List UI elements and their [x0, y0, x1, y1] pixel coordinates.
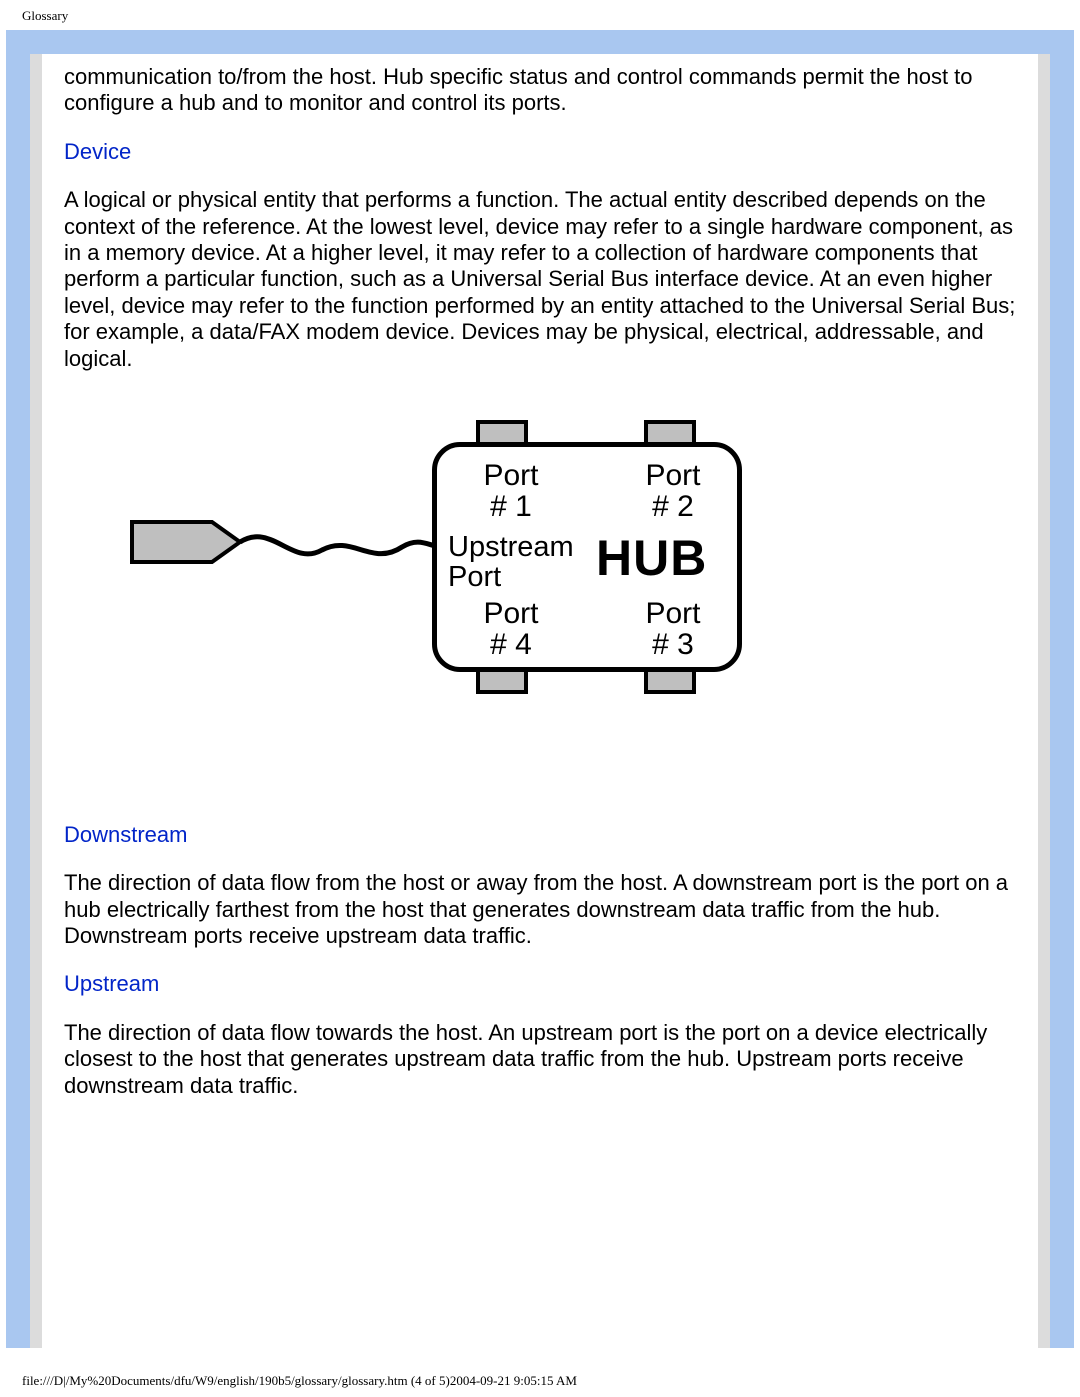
content-area: communication to/from the host. Hub spec…	[30, 54, 1050, 1099]
label-port-4: Port# 4	[466, 598, 556, 661]
label-port-3: Port# 3	[628, 598, 718, 661]
content-frame: communication to/from the host. Hub spec…	[6, 30, 1074, 1348]
downstream-paragraph: The direction of data flow from the host…	[64, 870, 1016, 949]
margin-bar-left	[30, 54, 42, 1348]
intro-paragraph: communication to/from the host. Hub spec…	[64, 64, 1016, 117]
heading-upstream: Upstream	[64, 971, 1016, 997]
label-port-2: Port# 2	[628, 460, 718, 523]
hub-diagram: Port# 1 Port# 2 Port# 4 Port# 3 Upstream…	[72, 402, 772, 732]
label-hub: HUB	[596, 528, 707, 588]
device-paragraph: A logical or physical entity that perfor…	[64, 187, 1016, 372]
port-connector-4	[476, 668, 528, 694]
cable-icon	[72, 512, 442, 572]
page: Glossary communication to/from the host.…	[0, 0, 1080, 1397]
port-connector-3	[644, 668, 696, 694]
upstream-paragraph: The direction of data flow towards the h…	[64, 1020, 1016, 1099]
margin-bar-right	[1038, 54, 1050, 1348]
label-upstream-port: UpstreamPort	[448, 532, 598, 593]
heading-device: Device	[64, 139, 1016, 165]
footer-path: file:///D|/My%20Documents/dfu/W9/english…	[22, 1373, 577, 1389]
header-title: Glossary	[0, 0, 1080, 24]
port-connector-1	[476, 420, 528, 446]
heading-downstream: Downstream	[64, 822, 1016, 848]
port-connector-2	[644, 420, 696, 446]
label-port-1: Port# 1	[466, 460, 556, 523]
